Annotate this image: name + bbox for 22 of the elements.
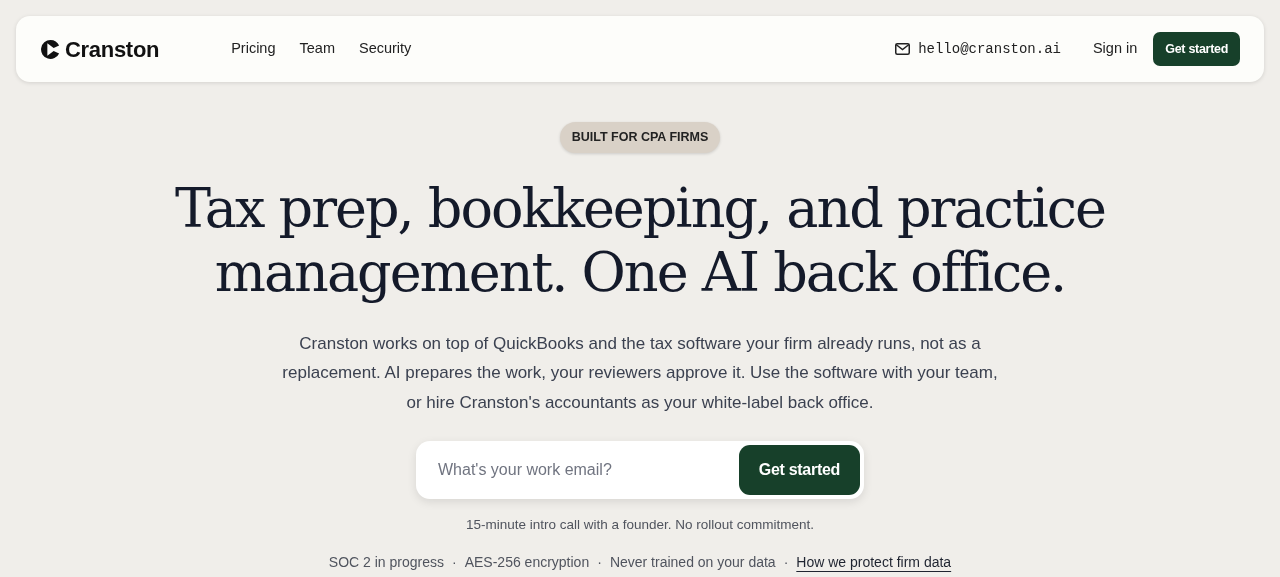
- nav-link[interactable]: Security: [358, 38, 412, 60]
- logo-icon: [40, 38, 61, 60]
- data-protection-link[interactable]: How we protect firm data: [796, 551, 952, 573]
- email-field[interactable]: What's your work email? Get started: [416, 441, 864, 500]
- separator-dot: ·: [597, 552, 602, 572]
- trust-item: AES-256 encryption: [464, 552, 590, 572]
- sign-in-link[interactable]: Sign in: [1092, 38, 1138, 60]
- brand-name[interactable]: Cranston: [65, 32, 160, 66]
- eyebrow-badge: BUILT FOR CPA FIRMS: [559, 122, 721, 153]
- trust-item: Never trained on your data: [609, 552, 776, 572]
- headline: Tax prep, bookkeeping, and practice management. One AI back office.: [175, 176, 1105, 305]
- get-started-button[interactable]: Get started: [738, 445, 860, 496]
- trust-item: SOC 2 in progress: [328, 552, 444, 572]
- intro-paragraph: Cranston works on top of QuickBooks and the tax software your firm already runs, not as a replacement. AI prepares the work, your reviewers approve it. Use the software with your team, or hire Cranston's accountants as your white-label back office.: [282, 332, 998, 414]
- nav-link[interactable]: Pricing: [231, 38, 276, 60]
- separator-dot: ·: [783, 552, 789, 572]
- mail-icon: [895, 43, 911, 55]
- separator-dot: ·: [452, 552, 457, 572]
- note-text: 15-minute intro call with a founder. No rollout commitment.: [465, 516, 815, 535]
- get-started-button[interactable]: Get started: [1153, 31, 1240, 67]
- email-link[interactable]: hello@cranston.ai: [918, 38, 1061, 60]
- nav-link[interactable]: Team: [299, 38, 335, 60]
